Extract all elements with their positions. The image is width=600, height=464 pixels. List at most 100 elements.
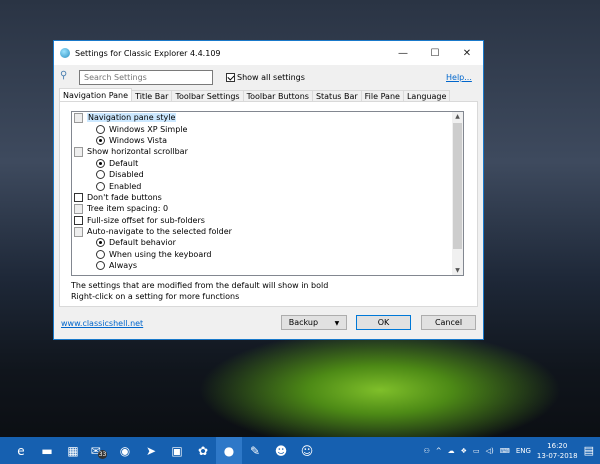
settings-window: Settings for Classic Explorer 4.4.109 — … [53,40,484,340]
action-center-icon[interactable]: ▤ [584,444,594,457]
taskbar-store[interactable]: ▦ [60,437,86,464]
radio-icon[interactable] [96,170,105,180]
time: 16:20 [547,441,568,450]
contact-1-icon: ☻ [274,443,288,458]
search-icon: ⚲ [60,70,68,81]
radio-icon[interactable] [96,181,105,191]
taskbar-contact-2[interactable]: ☺ [294,437,320,464]
close-button[interactable]: ✕ [451,48,483,59]
taskbar-paint[interactable]: ✎ [242,437,268,464]
maximize-button[interactable]: ☐ [419,48,451,59]
edge-icon: e [17,443,25,458]
setting-group-icon[interactable] [74,112,83,123]
clock[interactable]: 16:20 13-07-2018 [537,441,578,461]
checkbox[interactable] [226,73,235,82]
setting-group-icon[interactable] [74,203,83,214]
radio-icon[interactable] [96,158,105,168]
keyboard-icon[interactable]: ⌨ [500,447,510,455]
radio-icon[interactable] [96,238,105,248]
tree-item-label: Full-size offset for sub-folders [87,215,205,225]
tree-item[interactable]: Always [72,260,463,271]
taskbar-settings[interactable]: ✿ [190,437,216,464]
taskbar-mail[interactable]: ✉ 33 [86,437,112,464]
chrome-icon: ◉ [119,443,131,458]
checkbox-icon[interactable] [74,215,83,225]
taskbar: e ▬ ▦ ✉ 33 ◉ ➤ ▣ ✿ ● ✎ ☻ ☺ ⚇ ^ ☁ ❖ ▭ ◁) ⌨ ENG 16:20 1… [0,437,600,464]
file-explorer-icon: ▬ [41,443,53,458]
minimize-button[interactable]: — [387,48,419,59]
classic-shell-icon [60,48,70,58]
tree-item-label: Show horizontal scrollbar [87,147,188,157]
tree-item-label: Default behavior [109,238,176,248]
taskbar-contact-1[interactable]: ☻ [268,437,294,464]
tree-item-label: When using the keyboard [109,249,212,259]
tree-item[interactable]: Default behavior [72,237,463,248]
tree-item[interactable]: Show horizontal scrollbar [72,146,463,157]
tree-item[interactable]: Disabled [72,169,463,180]
radio-icon[interactable] [96,261,105,271]
hint-right-click: Right-click on a setting for more functi… [71,292,240,301]
tree-item-label: Disabled [109,170,144,180]
taskbar-chrome[interactable]: ◉ [112,437,138,464]
taskbar-telegram[interactable]: ➤ [138,437,164,464]
tree-item-label: Navigation pane style [87,113,177,123]
tree-item[interactable]: When using the keyboard [72,249,463,260]
onedrive-icon[interactable]: ☁ [448,447,455,455]
network-icon[interactable]: ▭ [473,447,480,455]
show-hidden-icons[interactable]: ^ [436,447,442,455]
store-icon: ▦ [67,443,79,458]
tree-item[interactable]: Navigation pane style [72,112,463,123]
title-bar: Settings for Classic Explorer 4.4.109 — … [54,41,483,65]
taskbar-edge[interactable]: e [8,437,34,464]
tab-panel: Navigation pane style Windows XP Simple Wi… [59,101,478,307]
taskbar-trello[interactable]: ▣ [164,437,190,464]
mail-badge: 33 [97,450,108,459]
scroll-down-icon[interactable]: ▼ [452,267,463,274]
radio-icon[interactable] [96,135,105,145]
hint-bold: The settings that are modified from the … [71,281,329,290]
help-link[interactable]: Help... [446,73,472,82]
tree-item[interactable]: Enabled [72,180,463,191]
tree-item-label: Don't fade buttons [87,192,162,202]
ok-button[interactable]: OK [356,315,411,330]
scroll-up-icon[interactable]: ▲ [452,113,463,120]
taskbar-file-explorer[interactable]: ▬ [34,437,60,464]
hints: The settings that are modified from the … [71,280,328,302]
tree-item[interactable]: Windows XP Simple [72,123,463,134]
paint-icon: ✎ [249,443,261,458]
dropdown-arrow-icon: ▼ [334,320,340,327]
backup-button[interactable]: Backup ▼ [281,315,347,330]
tree-item[interactable]: Tree item spacing: 0 [72,203,463,214]
setting-group-icon[interactable] [74,226,83,237]
tree-item[interactable]: Don't fade buttons [72,192,463,203]
checkbox-icon[interactable] [74,192,83,202]
system-tray: ⚇ ^ ☁ ❖ ▭ ◁) ⌨ ENG 16:20 13-07-2018 ▤ [424,437,600,464]
tree-item-label: Tree item spacing: 0 [87,204,169,214]
tree-item-label: Enabled [109,181,142,191]
tree-item[interactable]: Windows Vista [72,135,463,146]
tree-item-label: Windows Vista [109,135,167,145]
radio-icon[interactable] [96,124,105,134]
tree-item[interactable]: Default [72,158,463,169]
tree-item[interactable]: Auto-navigate to the selected folder [72,226,463,237]
scrollbar[interactable]: ▲ ▼ [452,112,463,275]
settings-icon: ✿ [197,443,209,458]
cancel-button[interactable]: Cancel [421,315,476,330]
classicshell-link[interactable]: www.classicshell.net [61,319,143,328]
tree-item[interactable]: Full-size offset for sub-folders [72,215,463,226]
taskbar-classic-shell[interactable]: ● [216,437,242,464]
dropbox-icon[interactable]: ❖ [461,447,467,455]
radio-icon[interactable] [96,249,105,259]
search-input[interactable] [79,70,213,85]
classic-shell-icon: ● [223,443,235,458]
language-indicator[interactable]: ENG [516,447,531,455]
people-icon[interactable]: ⚇ [424,447,430,455]
volume-icon[interactable]: ◁) [486,447,494,455]
setting-group-icon[interactable] [74,146,83,157]
telegram-icon: ➤ [145,443,157,458]
show-all-settings-checkbox[interactable]: Show all settings [226,73,305,82]
tree-item-label: Auto-navigate to the selected folder [87,227,232,237]
show-all-label: Show all settings [237,73,305,82]
window-title: Settings for Classic Explorer 4.4.109 [75,48,221,58]
scrollbar-thumb[interactable] [453,123,462,249]
